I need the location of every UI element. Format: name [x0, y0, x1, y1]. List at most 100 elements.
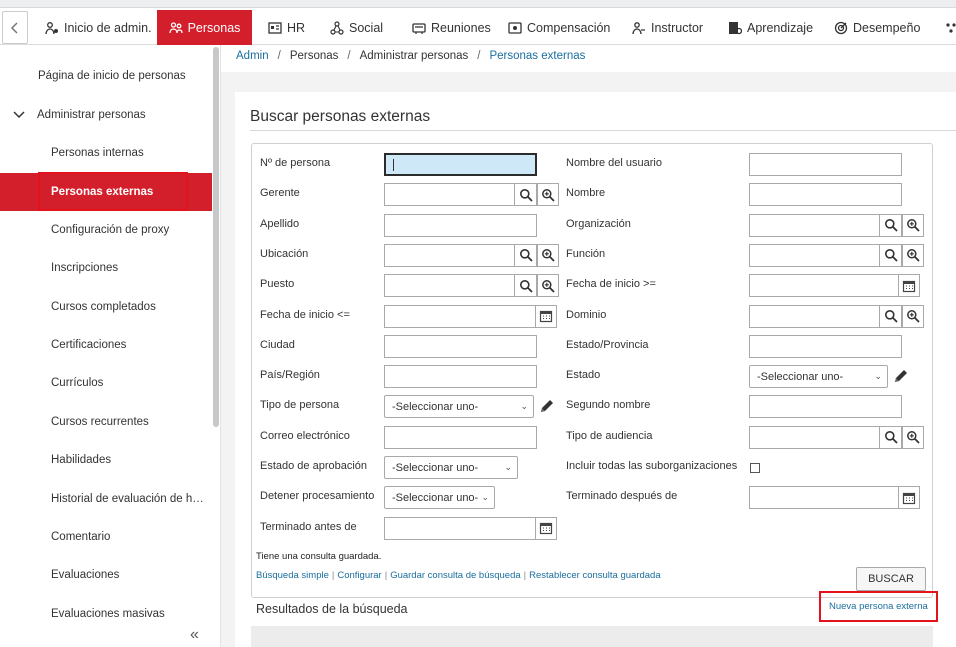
- input-organizacion[interactable]: [749, 213, 880, 237]
- reset-query-link[interactable]: Restablecer consulta guardada: [529, 570, 661, 581]
- sidebar-home-label: Página de inicio de personas: [38, 70, 186, 82]
- sidebar-item-personas-internas[interactable]: Personas internas: [0, 147, 206, 159]
- zoom-in-icon[interactable]: [537, 243, 559, 267]
- search-icon[interactable]: [515, 243, 537, 267]
- search-icon[interactable]: [880, 304, 902, 328]
- sidebar: Página de inicio de personas Administrar…: [0, 45, 221, 647]
- label-puesto: Puesto: [260, 278, 295, 291]
- select-estado[interactable]: -Seleccionar uno- ⌄: [749, 365, 888, 389]
- configure-link[interactable]: Configurar: [337, 570, 381, 581]
- sidebar-item-habilidades[interactable]: Habilidades: [0, 454, 206, 466]
- sidebar-item-comentario[interactable]: Comentario: [0, 531, 206, 543]
- sidebar-item-certificaciones[interactable]: Certificaciones: [0, 339, 206, 351]
- zoom-in-icon[interactable]: [902, 425, 924, 449]
- input-nombre[interactable]: [749, 183, 902, 207]
- sidebar-item-historial-de-evaluacion-de-habilidades[interactable]: Historial de evaluación de habilidades: [0, 493, 206, 505]
- zoom-in-icon[interactable]: [537, 183, 559, 207]
- tab-label: Instructor: [651, 20, 704, 35]
- search-icon[interactable]: [880, 213, 902, 237]
- sidebar-item-label: Cursos recurrentes: [51, 415, 149, 428]
- tab-hr[interactable]: HR: [256, 10, 317, 45]
- input-correo-electronico[interactable]: [384, 425, 537, 449]
- sidebar-item-configuracion-de-proxy[interactable]: Configuración de proxy: [0, 224, 206, 236]
- select-value: -Seleccionar uno-: [757, 370, 844, 383]
- sidebar-item-evaluaciones-masivas[interactable]: Evaluaciones masivas: [0, 608, 206, 620]
- nav-back-button[interactable]: [2, 11, 28, 44]
- zoom-in-icon[interactable]: [902, 213, 924, 237]
- sidebar-home-link[interactable]: Página de inicio de personas: [0, 70, 221, 82]
- label-organizacion: Organización: [566, 217, 631, 230]
- input-ciudad[interactable]: [384, 334, 537, 358]
- sidebar-item-cursos-recurrentes[interactable]: Cursos recurrentes: [0, 416, 206, 428]
- calendar-icon[interactable]: [899, 486, 920, 510]
- breadcrumb-admin[interactable]: Admin: [236, 50, 269, 62]
- breadcrumb-personas[interactable]: Personas: [290, 50, 339, 62]
- search-icon[interactable]: [515, 183, 537, 207]
- input-apellido[interactable]: [384, 213, 537, 237]
- pencil-icon[interactable]: [893, 368, 909, 384]
- title-divider: [250, 130, 956, 131]
- tab-aprendizaje[interactable]: Aprendizaje: [716, 10, 825, 45]
- calendar-icon[interactable]: [536, 516, 557, 540]
- input-fecha-de-inicio[interactable]: [384, 304, 536, 328]
- tab-desempe-o[interactable]: Desempeño: [822, 10, 932, 45]
- select-tipo-de-persona[interactable]: -Seleccionar uno- ⌄: [384, 395, 534, 419]
- input-tipo-de-audiencia[interactable]: [749, 425, 880, 449]
- input-nombre-del-usuario[interactable]: [749, 153, 902, 176]
- label-estado-de-aprobacion: Estado de aprobación: [260, 460, 368, 472]
- input-ubicacion[interactable]: [384, 243, 515, 267]
- sidebar-item-inscripciones[interactable]: Inscripciones: [0, 262, 206, 274]
- input-terminado-antes-de[interactable]: [384, 516, 536, 540]
- tab-instructor[interactable]: Instructor: [620, 10, 715, 45]
- input-n-de-persona[interactable]: [384, 153, 537, 176]
- select-estado-de-aprobacion[interactable]: -Seleccionar uno- ⌄: [384, 456, 518, 479]
- sidebar-section-administrar[interactable]: Administrar personas: [0, 109, 221, 121]
- search-icon[interactable]: [880, 425, 902, 449]
- tab-inicio-de-admin[interactable]: Inicio de admin.: [33, 10, 164, 45]
- calendar-icon[interactable]: [899, 274, 920, 298]
- breadcrumb-current[interactable]: Personas externas: [489, 50, 585, 62]
- simple-search-link[interactable]: Búsqueda simple: [256, 570, 329, 581]
- sidebar-item-label: Certificaciones: [51, 339, 127, 351]
- checkbox-incluir-todas-las-suborganizaciones[interactable]: [750, 463, 760, 473]
- zoom-in-icon[interactable]: [902, 243, 924, 267]
- tab-label: Aprendizaje: [747, 20, 814, 35]
- new-external-person-link[interactable]: Nueva persona externa: [829, 601, 928, 612]
- sidebar-item-cursos-completados[interactable]: Cursos completados: [0, 301, 206, 313]
- sidebar-item-curriculos[interactable]: Currículos: [0, 377, 206, 389]
- input-segundo-nombre[interactable]: [749, 395, 902, 419]
- save-query-link[interactable]: Guardar consulta de búsqueda: [390, 570, 520, 581]
- tab-social[interactable]: Social: [318, 10, 395, 45]
- select-detener-procesamiento[interactable]: -Seleccionar uno- ⌄: [384, 486, 495, 510]
- sidebar-item-evaluaciones[interactable]: Evaluaciones: [0, 569, 206, 581]
- tab-compensaci-n[interactable]: Compensación: [496, 10, 622, 45]
- pencil-icon[interactable]: [539, 398, 555, 414]
- input-funcion[interactable]: [749, 243, 880, 267]
- label-incluir-todas-las-suborganizaciones: Incluir todas las suborganizaciones: [566, 460, 738, 472]
- tab-personas[interactable]: Personas: [157, 10, 252, 45]
- double-chevron-left-icon[interactable]: «: [190, 626, 199, 644]
- learning-icon: [728, 21, 742, 35]
- zoom-in-icon[interactable]: [537, 274, 559, 298]
- search-icon[interactable]: [515, 274, 537, 298]
- input-pais-region[interactable]: [384, 365, 537, 389]
- breadcrumb-administrar[interactable]: Administrar personas: [360, 50, 469, 62]
- sidebar-item-label: Currículos: [51, 377, 104, 390]
- calendar-icon[interactable]: [536, 304, 557, 328]
- zoom-in-icon[interactable]: [902, 304, 924, 328]
- more-tabs-button[interactable]: [932, 10, 956, 45]
- input-dominio[interactable]: [749, 304, 880, 328]
- input-terminado-despues-de[interactable]: [749, 486, 899, 510]
- input-puesto[interactable]: [384, 274, 515, 298]
- instructor-icon: [632, 21, 646, 35]
- input-fecha-de-inicio[interactable]: [749, 274, 899, 298]
- search-button[interactable]: BUSCAR: [856, 567, 926, 591]
- breadcrumb-separator: /: [277, 50, 281, 62]
- search-icon[interactable]: [880, 243, 902, 267]
- sidebar-item-personas-externas[interactable]: Personas externas: [0, 173, 212, 212]
- input-estado-provincia[interactable]: [749, 334, 902, 358]
- sidebar-scroll-thumb[interactable]: [213, 47, 219, 427]
- input-gerente[interactable]: [384, 183, 515, 207]
- tab-reuniones[interactable]: Reuniones: [400, 10, 503, 45]
- label-fecha-de-inicio: Fecha de inicio >=: [566, 278, 656, 291]
